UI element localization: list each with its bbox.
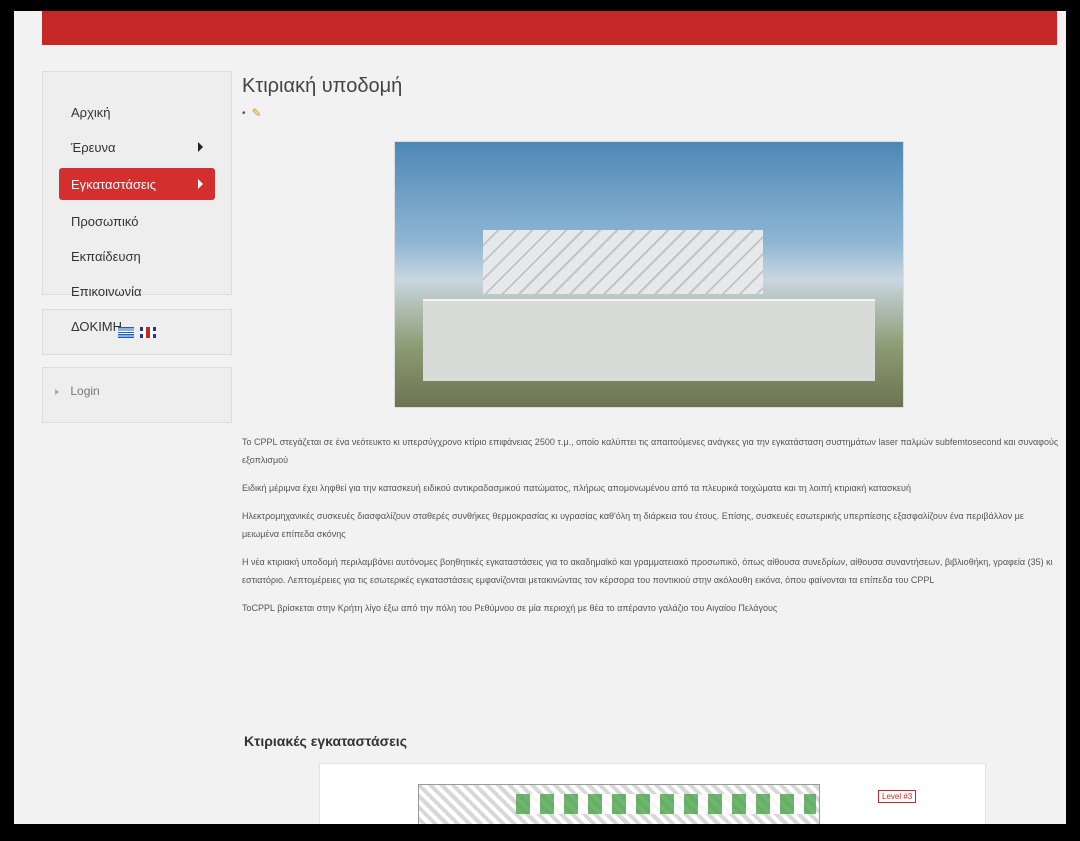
edit-icon[interactable]: ✎ <box>252 106 262 120</box>
building-image <box>394 141 904 408</box>
paragraph: Ειδική μέριμνα έχει ληφθεί για την κατασ… <box>242 483 911 493</box>
building-upper-floor <box>483 230 763 294</box>
menu-item-education[interactable]: Εκπαίδευση <box>59 242 215 270</box>
main-content: Κτιριακή υποδομή • ✎ Το CPPL στεγάζεται … <box>242 75 1062 824</box>
page-title: Κτιριακή υποδομή <box>242 75 403 97</box>
menu-item-label: Αρχική <box>71 104 111 120</box>
menu-item-research[interactable]: Έρευνα <box>59 133 215 161</box>
menu-item-label: ΔΟΚΙΜΗ <box>71 318 123 334</box>
menu-item-label: Προσωπικό <box>71 213 139 229</box>
menu-item-label: Έρευνα <box>71 139 116 155</box>
paragraph: ΤοCPPL βρίσκεται στην Κρήτη λίγο έξω από… <box>242 603 778 613</box>
sidebar: Αρχική Έρευνα Εγκαταστάσεις Προσωπικό Εκ… <box>42 71 232 423</box>
menu-item-contact[interactable]: Επικοινωνία <box>59 277 215 305</box>
menu-item-label: Εγκαταστάσεις <box>71 176 156 192</box>
screenshot-frame: Αρχική Έρευνα Εγκαταστάσεις Προσωπικό Εκ… <box>0 0 1080 841</box>
login-panel: Login <box>42 367 232 423</box>
paragraph: Ηλεκτρομηχανικές συσκευές διασφαλίζουν σ… <box>242 511 1024 539</box>
web-page: Αρχική Έρευνα Εγκαταστάσεις Προσωπικό Εκ… <box>14 11 1066 824</box>
bullet: • <box>242 107 246 119</box>
greek-flag-icon[interactable] <box>118 326 134 338</box>
bullet-arrow-icon <box>55 389 59 395</box>
menu-item-label: Επικοινωνία <box>71 283 142 299</box>
menu-item-facilities[interactable]: Εγκαταστάσεις <box>59 168 215 200</box>
main-menu: Αρχική Έρευνα Εγκαταστάσεις Προσωπικό Εκ… <box>42 71 232 334</box>
chevron-right-icon <box>198 142 203 152</box>
floor-plan-image[interactable]: Level #3 <box>319 763 986 824</box>
level-label: Level #3 <box>878 790 917 803</box>
building-ground-floor <box>423 299 875 381</box>
login-link[interactable]: Login <box>70 384 99 398</box>
menu-item-label: Εκπαίδευση <box>71 248 141 264</box>
uk-flag-icon[interactable] <box>140 326 156 338</box>
paragraph: Η νέα κτιριακή υποδομή περιλαμβάνει αυτό… <box>242 557 1053 585</box>
floor-plan-pattern <box>516 794 816 814</box>
paragraph: Το CPPL στεγάζεται σε ένα νεότευκτο κι υ… <box>242 437 1059 465</box>
edit-row: • ✎ <box>242 106 1062 120</box>
menu-item-staff[interactable]: Προσωπικό <box>59 207 215 235</box>
menu-item-home[interactable]: Αρχική <box>59 98 215 126</box>
section-title: Κτιριακές εγκαταστάσεις <box>244 733 407 749</box>
top-banner <box>42 11 1057 45</box>
chevron-right-icon <box>198 179 203 189</box>
description-text: Το CPPL στεγάζεται σε ένα νεότευκτο κι υ… <box>242 433 1062 627</box>
